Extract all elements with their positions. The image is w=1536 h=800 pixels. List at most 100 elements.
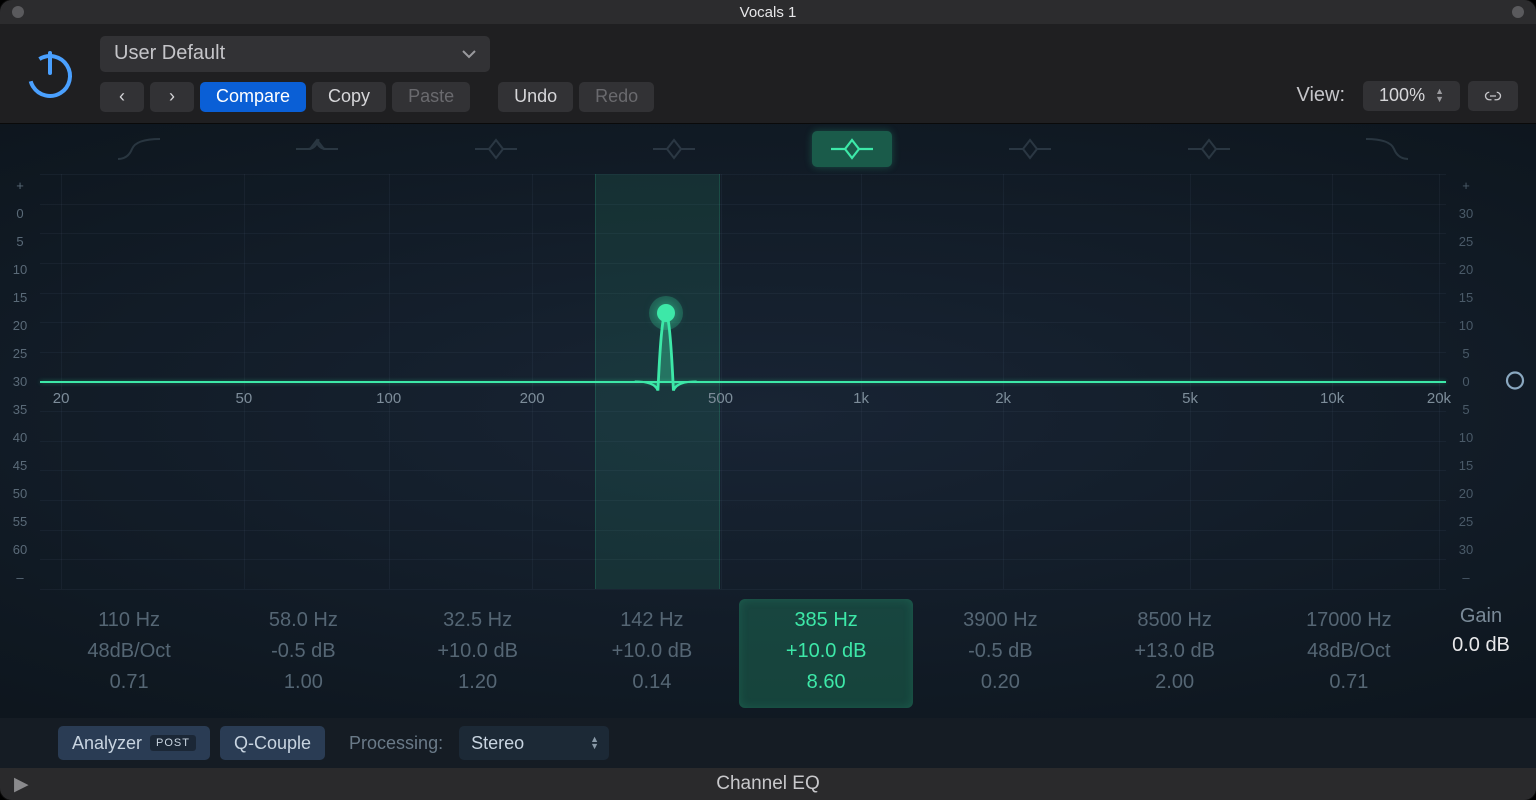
axis-tick: 5 xyxy=(16,234,23,249)
analyzer-mode-badge: POST xyxy=(150,735,196,751)
gain-knob-icon xyxy=(1504,369,1526,391)
band-params-4[interactable]: 385 Hz+10.0 dB8.60 xyxy=(739,599,913,708)
axis-tick: – xyxy=(1462,570,1469,585)
grid-line xyxy=(40,233,1446,234)
plugin-window: Vocals 1 User Default ‹ › Compare Copy P xyxy=(0,0,1536,800)
axis-tick: 5 xyxy=(1462,402,1469,417)
eq-node-handle[interactable] xyxy=(657,304,675,322)
axis-tick: 35 xyxy=(13,402,27,417)
prev-preset-button[interactable]: ‹ xyxy=(100,82,144,112)
view-size-select[interactable]: 100% ▲▼ xyxy=(1363,81,1460,111)
axis-tick: 10 xyxy=(1459,430,1473,445)
axis-tick: 10 xyxy=(13,262,27,277)
band-q: 0.14 xyxy=(569,667,735,698)
band-freq: 110 Hz xyxy=(46,605,212,636)
graph-wrap: +051015202530354045505560– 2050100200500… xyxy=(0,174,1536,589)
processing-value: Stereo xyxy=(471,733,524,754)
window-title: Vocals 1 xyxy=(740,4,797,21)
grid-line xyxy=(40,411,1446,412)
band-q: 1.20 xyxy=(395,667,561,698)
link-button[interactable] xyxy=(1468,81,1518,111)
processing-select[interactable]: Stereo ▲▼ xyxy=(459,726,609,760)
gain-value: 0.0 dB xyxy=(1440,634,1522,657)
processing-label: Processing: xyxy=(349,733,443,754)
axis-tick: 25 xyxy=(1459,514,1473,529)
preset-select[interactable]: User Default xyxy=(100,36,490,72)
compare-button[interactable]: Compare xyxy=(200,82,306,112)
axis-tick: 15 xyxy=(1459,290,1473,305)
grid-line xyxy=(40,204,1446,205)
band-icon-bell-1[interactable] xyxy=(407,124,585,174)
window-resize-dot[interactable] xyxy=(1512,6,1524,18)
grid-line xyxy=(40,530,1446,531)
band-freq: 385 Hz xyxy=(743,605,909,636)
band-freq: 3900 Hz xyxy=(917,605,1083,636)
view-label: View: xyxy=(1296,84,1345,107)
band-icon-bell-4[interactable] xyxy=(941,124,1119,174)
grid-line xyxy=(40,263,1446,264)
grid-line xyxy=(40,293,1446,294)
q-couple-button[interactable]: Q-Couple xyxy=(220,726,325,760)
band-gain: +10.0 dB xyxy=(395,636,561,667)
copy-button[interactable]: Copy xyxy=(312,82,386,112)
band-params-6[interactable]: 8500 Hz+13.0 dB2.00 xyxy=(1088,599,1262,708)
axis-tick: 20 xyxy=(1459,486,1473,501)
power-icon xyxy=(23,47,77,101)
bottom-bar: Analyzer POST Q-Couple Processing: Stere… xyxy=(0,718,1536,768)
disclosure-icon[interactable]: ▶ xyxy=(14,773,29,796)
axis-tick: 15 xyxy=(1459,458,1473,473)
band-icon-highshelf[interactable] xyxy=(1120,124,1298,174)
axis-tick: + xyxy=(16,178,24,193)
redo-button[interactable]: Redo xyxy=(579,82,654,112)
eq-graph[interactable]: 20501002005001k2k5k10k20k xyxy=(40,174,1446,589)
band-freq: 8500 Hz xyxy=(1092,605,1258,636)
analyzer-button[interactable]: Analyzer POST xyxy=(58,726,210,760)
chevron-right-icon: › xyxy=(169,86,175,107)
axis-tick: 25 xyxy=(13,346,27,361)
band-q: 0.71 xyxy=(1266,667,1432,698)
axis-tick: 0 xyxy=(1462,374,1469,389)
plugin-name: Channel EQ xyxy=(716,773,820,795)
band-icon-lowshelf[interactable] xyxy=(228,124,406,174)
paste-button[interactable]: Paste xyxy=(392,82,470,112)
undo-button[interactable]: Undo xyxy=(498,82,573,112)
axis-tick: 20 xyxy=(1459,262,1473,277)
axis-tick: + xyxy=(1462,178,1470,193)
band-params-3[interactable]: 142 Hz+10.0 dB0.14 xyxy=(565,599,739,708)
band-icon-bell-2[interactable] xyxy=(585,124,763,174)
gain-db-axis: +30252015105051015202530– xyxy=(1446,174,1486,589)
band-gain: +10.0 dB xyxy=(743,636,909,667)
grid-line xyxy=(40,500,1446,501)
band-icon-lowpass[interactable] xyxy=(1298,124,1476,174)
band-gain: +13.0 dB xyxy=(1092,636,1258,667)
band-gain: -0.5 dB xyxy=(220,636,386,667)
toolbar: User Default ‹ › Compare Copy Paste Undo… xyxy=(0,24,1536,124)
band-icon-highpass[interactable] xyxy=(50,124,228,174)
band-params-7[interactable]: 17000 Hz48dB/Oct0.71 xyxy=(1262,599,1436,708)
axis-tick: 5 xyxy=(1462,346,1469,361)
master-gain-handle[interactable] xyxy=(1504,369,1526,394)
power-button[interactable] xyxy=(18,42,82,106)
master-gain-readout[interactable]: Gain0.0 dB xyxy=(1436,599,1526,708)
band-freq: 142 Hz xyxy=(569,605,735,636)
axis-tick: 30 xyxy=(1459,206,1473,221)
band-icon-bell-3[interactable] xyxy=(763,124,941,174)
band-params-0[interactable]: 110 Hz48dB/Oct0.71 xyxy=(42,599,216,708)
band-params-5[interactable]: 3900 Hz-0.5 dB0.20 xyxy=(913,599,1087,708)
axis-tick: 60 xyxy=(13,542,27,557)
band-icons-row xyxy=(0,124,1536,174)
chevron-left-icon: ‹ xyxy=(119,86,125,107)
band-params-1[interactable]: 58.0 Hz-0.5 dB1.00 xyxy=(216,599,390,708)
stepper-icon: ▲▼ xyxy=(590,736,599,750)
band-params-2[interactable]: 32.5 Hz+10.0 dB1.20 xyxy=(391,599,565,708)
band-freq: 32.5 Hz xyxy=(395,605,561,636)
band-params-row: 110 Hz48dB/Oct0.7158.0 Hz-0.5 dB1.0032.5… xyxy=(0,589,1536,718)
band-gain: +10.0 dB xyxy=(569,636,735,667)
grid-line xyxy=(40,322,1446,323)
link-icon xyxy=(1484,89,1502,103)
next-preset-button[interactable]: › xyxy=(150,82,194,112)
analyzer-label: Analyzer xyxy=(72,733,142,754)
axis-tick: 50 xyxy=(13,486,27,501)
axis-tick: 30 xyxy=(13,374,27,389)
window-close-dot[interactable] xyxy=(12,6,24,18)
